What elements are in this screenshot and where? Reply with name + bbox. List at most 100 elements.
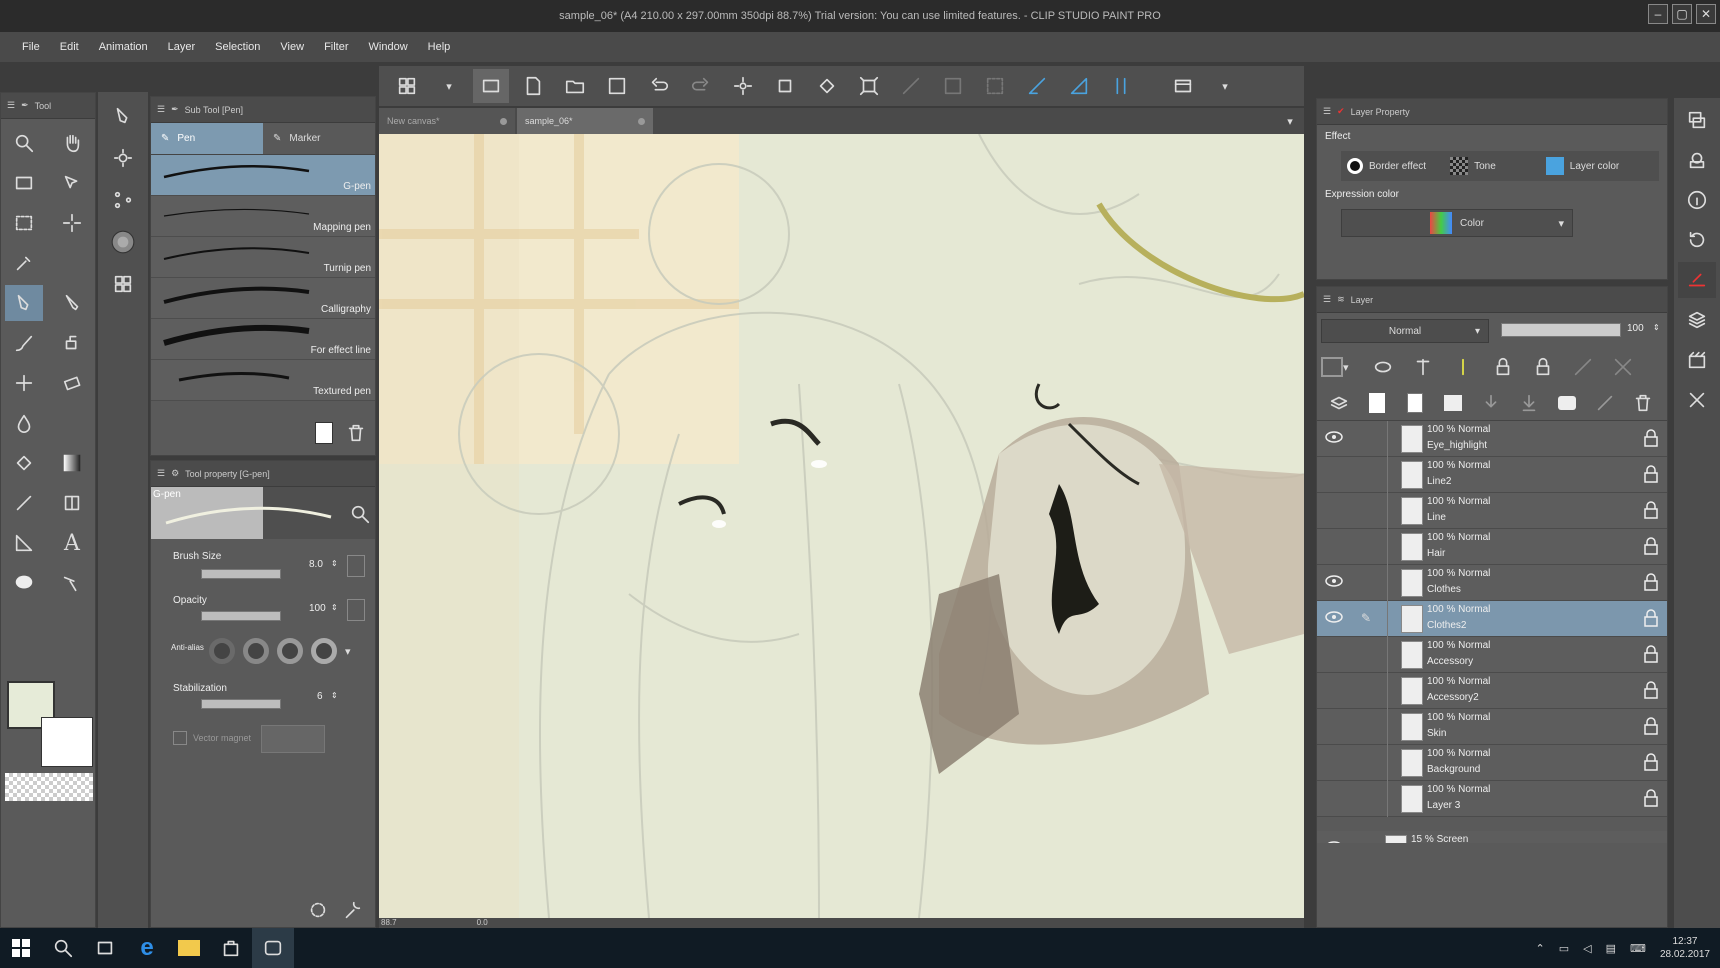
minimize-button[interactable]: – <box>1648 4 1668 24</box>
eyedropper-icon[interactable] <box>5 245 43 281</box>
maximize-button[interactable]: ▢ <box>1672 4 1692 24</box>
tab-new-canvas[interactable]: New canvas* <box>379 108 515 134</box>
history-icon[interactable] <box>1678 222 1716 258</box>
drawing-canvas[interactable] <box>379 134 1304 918</box>
start-icon[interactable] <box>0 928 42 968</box>
antialias-strong[interactable] <box>311 638 337 664</box>
pen-icon[interactable] <box>5 285 43 321</box>
antialias-none[interactable] <box>209 638 235 664</box>
store-icon[interactable] <box>210 928 252 968</box>
task-view-icon[interactable] <box>84 928 126 968</box>
menu-file[interactable]: File <box>12 32 50 62</box>
mask-icon[interactable] <box>1565 350 1601 384</box>
opacity-toggle-icon[interactable] <box>347 599 365 621</box>
material-icon[interactable] <box>104 266 142 302</box>
trash-icon[interactable] <box>345 422 367 447</box>
chevron-down-icon[interactable]: ▾ <box>1207 69 1243 103</box>
brush-textured-pen[interactable]: Textured pen <box>151 360 375 401</box>
menu-edit[interactable]: Edit <box>50 32 89 62</box>
layer-row[interactable]: 100 % Normal Eye_highlight <box>1317 421 1667 457</box>
layer-row-finishwork[interactable]: 15 % ScreenFinishwork <box>1317 831 1667 843</box>
balloon-icon[interactable] <box>5 565 43 601</box>
layer-row[interactable]: ✎ 100 % Normal Clothes2 <box>1317 601 1667 637</box>
menu-filter[interactable]: Filter <box>314 32 358 62</box>
layer-row[interactable]: 100 % Normal Accessory <box>1317 637 1667 673</box>
layer-row[interactable]: 100 % Normal Line2 <box>1317 457 1667 493</box>
chevron-down-icon[interactable]: ▾ <box>345 645 351 658</box>
selection-border-icon[interactable] <box>977 69 1013 103</box>
lock-icon[interactable] <box>1643 429 1659 447</box>
frame-border-icon[interactable] <box>53 485 91 521</box>
border-effect-button[interactable]: Border effect <box>1347 158 1426 174</box>
file-explorer-icon[interactable] <box>168 928 210 968</box>
clip-studio-icon[interactable] <box>473 69 509 103</box>
undo-icon[interactable] <box>641 69 677 103</box>
pen-group-icon[interactable] <box>104 98 142 134</box>
blend-icon[interactable] <box>5 405 43 441</box>
layer-row[interactable]: 100 % Normal Hair <box>1317 529 1667 565</box>
clip-studio-taskbar-icon[interactable] <box>252 928 294 968</box>
airbrush-icon[interactable] <box>53 325 91 361</box>
new-file-icon[interactable] <box>515 69 551 103</box>
deselect-icon[interactable] <box>893 69 929 103</box>
brush-turnip-pen[interactable]: Turnip pen <box>151 237 375 278</box>
search-icon[interactable] <box>42 928 84 968</box>
brush-mapping-pen[interactable]: Mapping pen <box>151 196 375 237</box>
brush-icon[interactable] <box>5 325 43 361</box>
vector-magnet-control[interactable] <box>261 725 325 753</box>
redo-icon[interactable] <box>683 69 719 103</box>
stepper-icon[interactable]: ⇕ <box>331 691 338 700</box>
clock[interactable]: 12:37 28.02.2017 <box>1660 935 1710 961</box>
text-icon[interactable]: A <box>53 525 91 561</box>
group-node-icon[interactable] <box>104 182 142 218</box>
antialias-medium[interactable] <box>277 638 303 664</box>
panel-menu-icon[interactable]: ☰ <box>7 100 15 111</box>
workspace-icon[interactable] <box>389 69 425 103</box>
expression-color-select[interactable]: Color ▾ <box>1341 209 1573 237</box>
apply-mask-icon[interactable] <box>1587 386 1623 420</box>
new-vector-layer-icon[interactable] <box>1397 386 1433 420</box>
lock-icon[interactable] <box>1643 465 1659 483</box>
keyboard-icon[interactable]: ⌨ <box>1630 942 1646 955</box>
special-ruler-snap-icon[interactable] <box>1061 69 1097 103</box>
transfer-down-icon[interactable] <box>1473 386 1509 420</box>
lock-icon[interactable] <box>1643 501 1659 519</box>
ruler-snap-icon[interactable] <box>1019 69 1055 103</box>
selection-icon[interactable] <box>5 205 43 241</box>
move-layer-icon[interactable] <box>53 165 91 201</box>
pencil-icon[interactable] <box>53 285 91 321</box>
clipping-icon[interactable] <box>1445 350 1481 384</box>
invert-selection-icon[interactable] <box>935 69 971 103</box>
sub-view-icon[interactable] <box>1678 142 1716 178</box>
correct-line-icon[interactable] <box>53 565 91 601</box>
lock-icon[interactable] <box>1643 645 1659 663</box>
eraser-icon[interactable] <box>53 365 91 401</box>
figure-icon[interactable] <box>5 485 43 521</box>
preview-zoom-icon[interactable] <box>349 503 371 528</box>
navigator-icon[interactable] <box>1678 102 1716 138</box>
fill-bucket-icon[interactable] <box>809 69 845 103</box>
lock-transparent-icon[interactable] <box>1525 350 1561 384</box>
color-wheel-icon[interactable] <box>104 224 142 260</box>
close-tab-icon[interactable] <box>638 117 645 125</box>
brush-calligraphy[interactable]: Calligraphy <box>151 278 375 319</box>
layer-property-tab-icon[interactable] <box>1678 262 1716 298</box>
stepper-icon[interactable]: ⇕ <box>1653 323 1660 332</box>
tone-button[interactable]: Tone <box>1450 157 1496 175</box>
layer-color-button[interactable]: Layer color <box>1545 157 1619 175</box>
info-icon[interactable] <box>1678 182 1716 218</box>
trash-icon[interactable] <box>1625 386 1661 420</box>
layer-color-swatch[interactable]: ▾ <box>1321 353 1361 381</box>
gradient-icon[interactable] <box>53 445 91 481</box>
layer-row[interactable]: 100 % Normal Line <box>1317 493 1667 529</box>
menu-animation[interactable]: Animation <box>89 32 158 62</box>
opacity-slider[interactable] <box>201 611 281 621</box>
ruler-layer-icon[interactable] <box>1605 350 1641 384</box>
pen-tab-icon[interactable]: ✒ <box>21 100 29 111</box>
layers-icon[interactable] <box>1321 386 1357 420</box>
panel-menu-icon[interactable]: ☰ <box>1323 106 1331 117</box>
sub-color-swatch[interactable] <box>41 717 93 767</box>
lock-icon[interactable] <box>1643 753 1659 771</box>
transparent-color-swatch[interactable] <box>5 773 93 801</box>
lock-layer-icon[interactable] <box>1485 350 1521 384</box>
